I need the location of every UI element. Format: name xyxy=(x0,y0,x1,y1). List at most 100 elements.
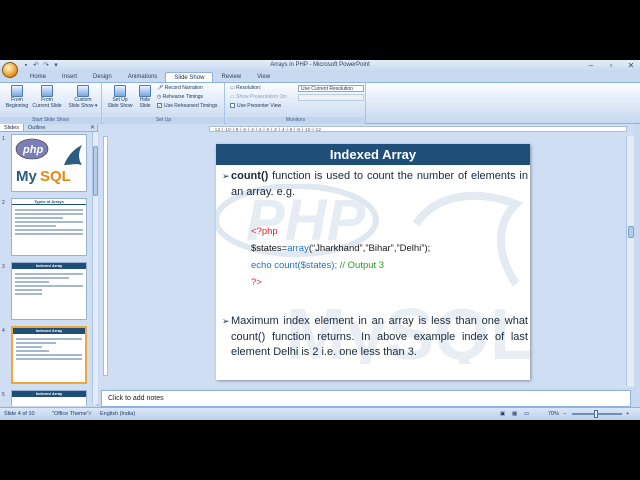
code-line-states: $states=array(“Jharkhand”,”Bihar”,”Delhi… xyxy=(251,241,430,257)
slide-thumbnail-selected[interactable]: 4 Indexed Array xyxy=(0,326,92,388)
show-presentation-on-label: ▭ Show Presentation On: xyxy=(230,94,288,100)
monitor-icon: ▭ xyxy=(230,94,235,100)
tab-view[interactable]: View xyxy=(249,72,278,82)
slide-thumbnail[interactable]: 3 Indexed Array xyxy=(0,262,92,324)
vertical-ruler xyxy=(103,136,108,376)
code-comment: // Output 3 xyxy=(337,260,385,271)
slide-thumbnail[interactable]: 1 php My SQL xyxy=(0,134,92,196)
slide-editor: ·12·l·10·l·8·l·6·l·4·l·2·l·0·l·2·l·4·l·6… xyxy=(99,124,634,388)
zoom-in-icon[interactable]: + xyxy=(626,408,629,420)
code-args: (“Jharkhand”,”Bihar”,”Delhi”); xyxy=(308,243,431,254)
custom-show-icon xyxy=(77,85,89,97)
zoom-level[interactable]: 70% xyxy=(548,408,559,420)
hide-slide-button[interactable]: Hide Slide xyxy=(133,85,157,109)
slide-counter: Slide 4 of 10 xyxy=(4,411,35,417)
arrow-bullet-icon: ➢ xyxy=(222,171,230,181)
microphone-icon: 🎤︎ xyxy=(157,85,164,91)
close-button[interactable]: ✕ xyxy=(626,61,636,71)
zoom-slider-handle[interactable] xyxy=(594,410,598,418)
from-beginning-button[interactable]: From Beginning xyxy=(2,85,32,109)
tab-animations[interactable]: Animations xyxy=(120,72,166,82)
thumb-indexed-array-current: Indexed Array xyxy=(11,326,87,384)
slide-thumbnail[interactable]: 5 Indexed Array xyxy=(0,390,92,406)
set-up-slide-show-button[interactable]: Set Up Slide Show xyxy=(105,85,135,109)
tab-outline[interactable]: Outline xyxy=(24,124,49,131)
horizontal-ruler: ·12·l·10·l·8·l·6·l·4·l·2·l·0·l·2·l·4·l·6… xyxy=(209,126,627,132)
group-label-monitors: Monitors xyxy=(226,117,365,124)
code-var: $states= xyxy=(251,243,288,254)
bullet-count-function: ➢ count() function is used to count the … xyxy=(222,169,528,200)
language[interactable]: English (India) xyxy=(100,408,135,420)
tab-slides[interactable]: Slides xyxy=(0,124,24,131)
status-bar: Slide 4 of 10 "Office Theme" ✓ English (… xyxy=(0,407,640,420)
slideshow-icon xyxy=(11,85,23,97)
checkbox-checked-icon: ✓ xyxy=(157,103,162,109)
code-echo-count: echo count xyxy=(251,260,298,271)
rehearse-label: Rehearse Timings xyxy=(162,94,204,100)
scrollbar-thumb[interactable] xyxy=(628,226,634,238)
slides-pane-scrollbar[interactable] xyxy=(92,132,98,404)
notes-pane[interactable]: Click to add notes xyxy=(101,390,631,407)
thumb-content xyxy=(12,269,86,299)
slide-canvas[interactable]: PHP MySQL Indexed Array ➢ count() functi… xyxy=(216,144,530,380)
slide-thumbnail[interactable]: 2 Types of Arrays xyxy=(0,198,92,260)
slide-number: 4 xyxy=(2,328,5,334)
group-label-start: Start Slide Show xyxy=(0,117,101,124)
editor-scrollbar[interactable] xyxy=(626,136,634,386)
custom-slide-show-button[interactable]: Custom Slide Show ▾ xyxy=(68,85,98,109)
tab-home[interactable]: Home xyxy=(22,72,54,82)
custom-label: Custom Slide Show ▾ xyxy=(68,97,98,109)
pane-tabs: Slides Outline xyxy=(0,124,98,132)
thumb-types-of-arrays: Types of Arrays xyxy=(11,198,87,256)
setup-label: Set Up Slide Show xyxy=(107,97,133,109)
from-current-slide-button[interactable]: From Current Slide xyxy=(32,85,62,109)
hide-label: Hide Slide xyxy=(139,97,151,109)
resolution-dropdown[interactable]: Use Current Resolution xyxy=(298,85,364,92)
code-fn-array: array xyxy=(287,243,309,254)
thumb-content xyxy=(12,205,86,239)
thumb-indexed-array: Indexed Array xyxy=(11,262,87,320)
slides-pane: Slides Outline ✕ 1 php My SQL 2 Types of… xyxy=(0,124,98,406)
record-narration-button[interactable]: 🎤︎ Record Narration xyxy=(157,85,203,91)
zoom-out-icon[interactable]: − xyxy=(563,408,566,420)
keyword-count: count() xyxy=(231,170,269,182)
setup-icon xyxy=(114,85,126,97)
slide-sorter-icon[interactable]: ▦ xyxy=(512,408,517,420)
tab-insert[interactable]: Insert xyxy=(54,72,85,82)
use-rehearsed-label: Use Rehearsed Timings xyxy=(164,103,218,109)
theme-name: "Office Theme" xyxy=(52,411,89,417)
code-php-open: <?php xyxy=(251,226,278,237)
scrollbar-thumb[interactable] xyxy=(93,146,98,196)
use-rehearsed-timings-checkbox[interactable]: ✓ Use Rehearsed Timings xyxy=(157,103,217,109)
rehearse-timings-button[interactable]: ◷ Rehearse Timings xyxy=(157,94,203,100)
slideshow-view-icon[interactable]: ▭ xyxy=(524,408,529,420)
php-mysql-logo-icon: php My SQL xyxy=(15,138,82,185)
office-button[interactable] xyxy=(2,62,18,78)
tab-design[interactable]: Design xyxy=(85,72,120,82)
svg-text:php: php xyxy=(22,144,43,156)
window-controls: – ▫ ✕ xyxy=(586,61,636,71)
presenter-view-checkbox[interactable]: Use Presenter View xyxy=(230,103,281,109)
show-on-text: Show Presentation On: xyxy=(236,94,288,100)
tab-slide-show[interactable]: Slide Show xyxy=(165,72,214,82)
maximize-button[interactable]: ▫ xyxy=(606,61,616,71)
minimize-button[interactable]: – xyxy=(586,61,596,71)
resolution-value: Use Current Resolution xyxy=(301,86,353,92)
monitor-icon: ▭ xyxy=(230,85,235,91)
show-on-dropdown[interactable] xyxy=(298,94,364,101)
powerpoint-window: ▪ ↶ ↷ ▾ Arrays in PHP - Microsoft PowerP… xyxy=(0,60,640,420)
normal-view-icon[interactable]: ▣ xyxy=(500,408,505,420)
svg-text:SQL: SQL xyxy=(40,168,71,185)
spellcheck-icon[interactable]: ✓ xyxy=(88,408,93,420)
code-echo-arg: ($states); xyxy=(297,260,338,271)
hide-slide-icon xyxy=(139,85,151,97)
ribbon: From Beginning From Current Slide Custom… xyxy=(0,82,640,124)
close-icon[interactable]: ✕ xyxy=(90,124,95,132)
code-php-close: ?> xyxy=(251,277,262,288)
checkbox-icon xyxy=(230,103,235,109)
slideshow-current-icon xyxy=(41,85,53,97)
record-label: Record Narration xyxy=(164,85,203,91)
tab-review[interactable]: Review xyxy=(213,72,249,82)
slide-number: 3 xyxy=(2,264,5,270)
code-line-echo: echo count($states); // Output 3 xyxy=(251,258,384,274)
